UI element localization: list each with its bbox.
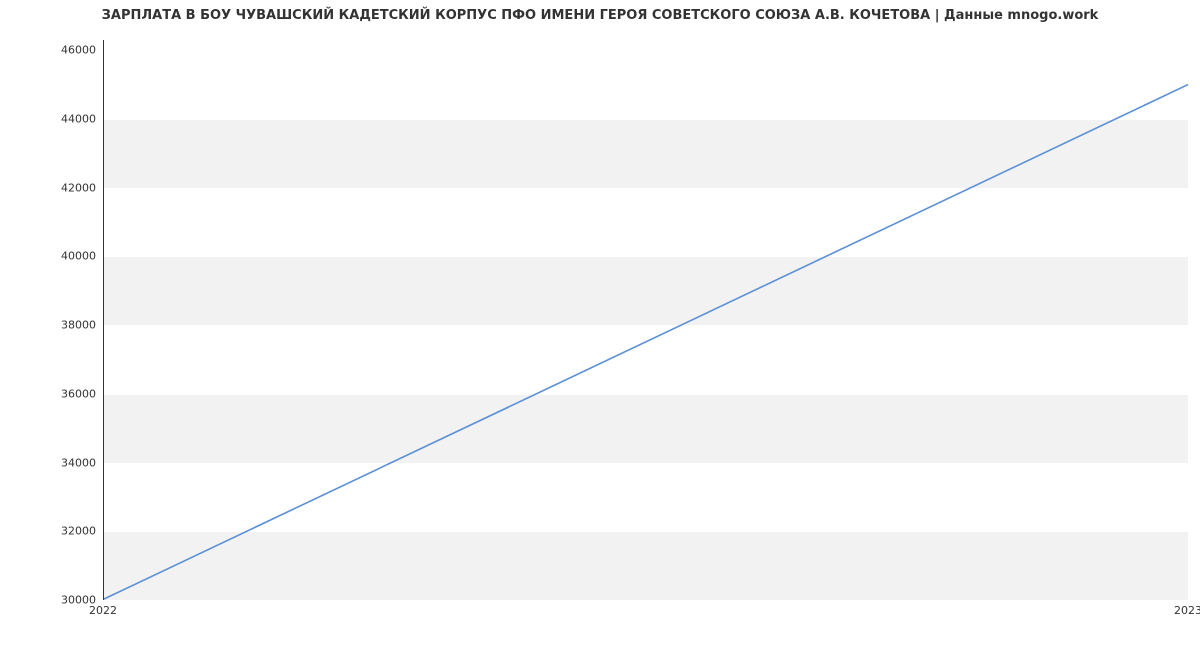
x-tick-label: 2022 bbox=[89, 604, 117, 617]
x-tick-label: 2023 bbox=[1174, 604, 1200, 617]
y-tick-label: 34000 bbox=[46, 456, 96, 469]
y-tick-label: 42000 bbox=[46, 181, 96, 194]
chart-container: ЗАРПЛАТА В БОУ ЧУВАШСКИЙ КАДЕТСКИЙ КОРПУ… bbox=[0, 0, 1200, 650]
y-tick-label: 40000 bbox=[46, 250, 96, 263]
y-tick-label: 32000 bbox=[46, 525, 96, 538]
data-line bbox=[104, 85, 1188, 599]
y-tick-label: 46000 bbox=[46, 44, 96, 57]
plot-area bbox=[103, 40, 1188, 600]
line-svg bbox=[104, 40, 1188, 599]
chart-title: ЗАРПЛАТА В БОУ ЧУВАШСКИЙ КАДЕТСКИЙ КОРПУ… bbox=[0, 8, 1200, 23]
y-tick-label: 36000 bbox=[46, 387, 96, 400]
y-tick-label: 44000 bbox=[46, 113, 96, 126]
y-tick-label: 38000 bbox=[46, 319, 96, 332]
y-gridline bbox=[104, 600, 1188, 601]
